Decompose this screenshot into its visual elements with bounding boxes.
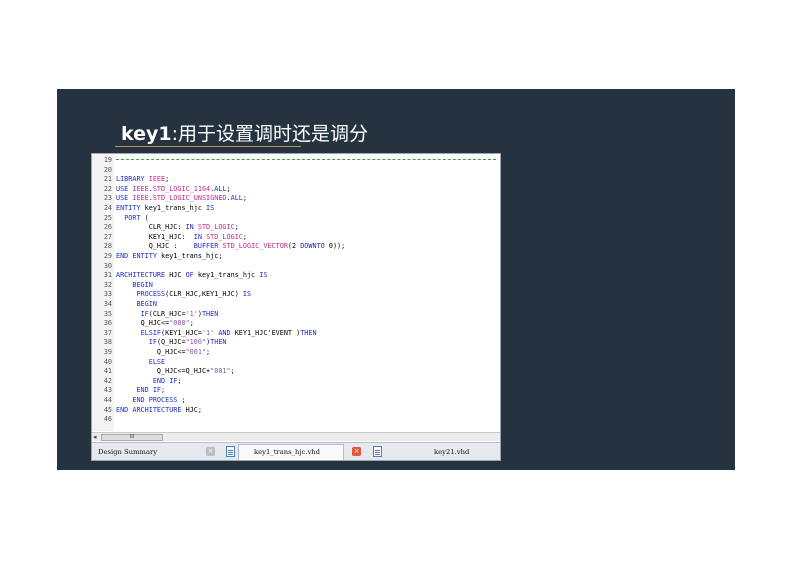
line-text: USE IEEE.STD_LOGIC_UNSIGNED.ALL; [116, 194, 247, 203]
line-number: 46 [103, 415, 112, 424]
tab-key21[interactable]: key21.vhd [434, 445, 469, 459]
line-number: 42 [103, 376, 112, 385]
line-number: 33 [103, 290, 112, 299]
line-number: 21 [103, 175, 112, 184]
line-text: BEGIN [136, 300, 157, 308]
line-number: 25 [103, 213, 112, 222]
line-text: IF(CLR_HJC='1')THEN [140, 309, 219, 318]
code-area[interactable]: 19 20 21 LIBRARY IEEE; 22 USE IEEE.STD_LOGIC_… [92, 155, 500, 431]
scrollbar-thumb[interactable]: III [101, 434, 163, 441]
line-text: CLR_HJC: IN STD_LOGIC; [148, 223, 239, 232]
line-text: KEY1_HJC: IN STD_LOGIC; [148, 232, 247, 241]
line-number: 20 [103, 165, 112, 174]
slide: key1:用于设置调时还是调分 19 20 21 LIBRARY IEEE; 22 USE… [57, 89, 735, 470]
close-icon[interactable]: × [352, 447, 361, 456]
line-number: 24 [103, 204, 112, 212]
line-number: 36 [103, 319, 112, 328]
line-text: END IF; [152, 376, 182, 385]
line-number: 26 [103, 223, 112, 232]
separator-dashes [92, 155, 500, 169]
line-text: BEGIN [132, 280, 153, 289]
line-number: 32 [103, 280, 112, 289]
file-tab-bar: Design Summary × key1_trans_hjc.vhd × ke… [92, 442, 500, 460]
line-text: PORT ( [124, 213, 149, 222]
scroll-left-icon[interactable]: ◂ [93, 433, 97, 441]
line-text: END ARCHITECTURE HJC; [116, 405, 202, 414]
line-number: 40 [103, 357, 112, 366]
line-text: END ENTITY key1_trans_hjc; [116, 252, 223, 260]
line-text: ARCHITECTURE HJC OF key1_trans_hjc IS [116, 271, 268, 280]
line-number: 30 [103, 261, 112, 270]
line-text: Q_HJC<=Q_HJC+"001"; [156, 367, 235, 376]
line-text: ELSIF(KEY1_HJC='1' AND KEY1_HJC'EVENT )T… [140, 328, 317, 337]
horizontal-scrollbar[interactable]: ◂ III [92, 432, 500, 441]
line-number: 29 [103, 252, 112, 260]
line-number: 35 [103, 309, 112, 318]
line-number: 22 [103, 184, 112, 193]
file-icon [373, 446, 382, 457]
line-text: Q_HJC<="000"; [140, 319, 194, 328]
line-text: ENTITY key1_trans_hjc IS [116, 204, 215, 212]
line-number: 34 [103, 300, 112, 308]
line-text: Q_HJC : BUFFER STD_LOGIC_VECTOR(2 DOWNTO… [148, 242, 346, 251]
line-number: 45 [103, 405, 112, 414]
line-number: 28 [103, 242, 112, 251]
line-number: 41 [103, 367, 112, 376]
file-icon [226, 446, 235, 457]
tab-design-summary[interactable]: Design Summary [98, 445, 157, 459]
line-number: 38 [103, 338, 112, 347]
tab-key1-trans-hjc[interactable]: key1_trans_hjc.vhd [254, 445, 320, 459]
line-text: LIBRARY IEEE; [116, 175, 170, 184]
title-underline [115, 146, 301, 147]
line-text: USE IEEE.STD_LOGIC_1164.ALL; [116, 184, 231, 193]
slide-title: key1:用于设置调时还是调分 [121, 119, 368, 146]
line-number: 44 [103, 396, 112, 404]
line-text: ELSE [148, 357, 166, 366]
line-text: Q_HJC<="001"; [156, 348, 211, 356]
comment-separator [116, 159, 496, 161]
line-number: 43 [103, 386, 112, 395]
line-number: 37 [103, 328, 112, 337]
close-icon[interactable]: × [206, 447, 215, 456]
slide-title-text: :用于设置调时还是调分 [171, 123, 369, 145]
line-number: 27 [103, 232, 112, 241]
slide-title-keyword: key1 [121, 123, 172, 145]
code-editor-screenshot: 19 20 21 LIBRARY IEEE; 22 USE IEEE.STD_LOGIC_… [91, 153, 501, 461]
line-text: END PROCESS ; [132, 396, 186, 404]
line-number: 19 [103, 156, 112, 164]
line-number: 39 [103, 348, 112, 356]
line-number: 23 [103, 194, 112, 203]
line-text: PROCESS(CLR_HJC,KEY1_HJC) IS [136, 290, 252, 299]
line-number: 31 [103, 271, 112, 280]
line-text: END IF; [136, 386, 166, 395]
line-text: IF(Q_HJC="100")THEN [148, 338, 227, 347]
